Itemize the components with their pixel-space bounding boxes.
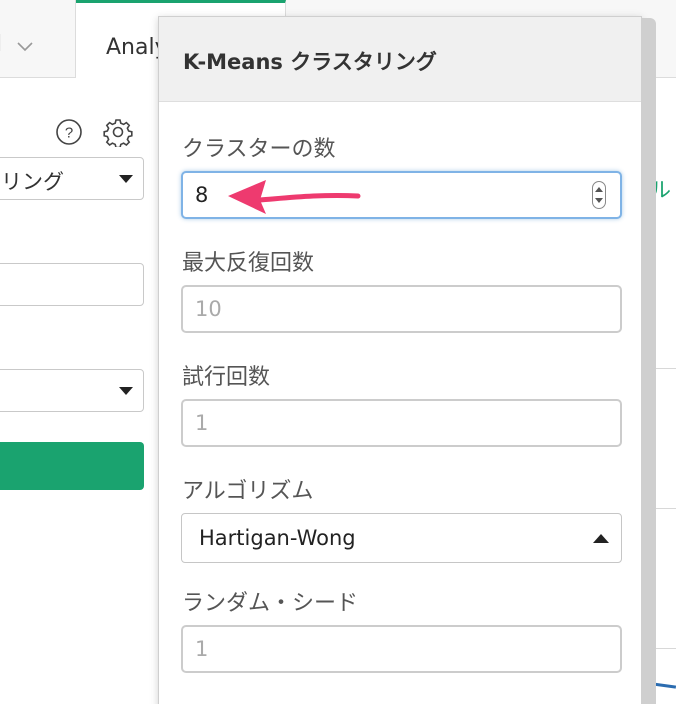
seed-input[interactable]: 1 [181, 625, 622, 673]
background-input[interactable] [0, 263, 144, 306]
algorithm-label: アルゴリズム [182, 479, 314, 504]
algorithm-value: Hartigan-Wong [199, 526, 356, 550]
trials-placeholder: 1 [195, 411, 209, 435]
max-iter-input[interactable]: 10 [181, 285, 622, 333]
number-spinner[interactable] [592, 181, 606, 209]
dialog-header: K-Means クラスタリング [159, 17, 641, 102]
trials-label: 試行回数 [182, 365, 271, 390]
background-select[interactable] [0, 369, 144, 412]
spinner-down-icon[interactable] [595, 198, 603, 203]
algorithm-select[interactable]: Hartigan-Wong [181, 513, 622, 563]
clusters-value: 8 [195, 183, 209, 207]
seed-label: ランダム・シード [182, 591, 359, 616]
run-button[interactable] [0, 442, 144, 490]
max-iter-placeholder: 10 [195, 297, 222, 321]
tab-previous[interactable]: l [0, 0, 76, 78]
gear-icon[interactable] [103, 117, 133, 147]
chevron-down-icon[interactable] [16, 41, 34, 53]
spinner-up-icon[interactable] [595, 187, 603, 192]
caret-down-icon [119, 387, 133, 395]
analytics-type-value: リング [1, 170, 64, 194]
max-iter-label: 最大反復回数 [182, 251, 315, 276]
caret-down-icon [119, 175, 133, 183]
analytics-type-select[interactable]: リング [0, 157, 144, 200]
trials-input[interactable]: 1 [181, 399, 622, 447]
tab-previous-label: l [0, 32, 2, 57]
clusters-label: クラスターの数 [182, 137, 336, 162]
svg-text:?: ? [65, 125, 73, 142]
seed-placeholder: 1 [195, 637, 209, 661]
dialog-scrollbar[interactable] [641, 18, 656, 704]
help-circle-icon[interactable]: ? [55, 118, 83, 146]
dialog-title: K-Means クラスタリング [183, 50, 437, 74]
annotation-arrow-icon [228, 180, 361, 214]
analytics-settings-panel: ? リング [0, 79, 160, 704]
caret-up-icon [593, 534, 609, 543]
